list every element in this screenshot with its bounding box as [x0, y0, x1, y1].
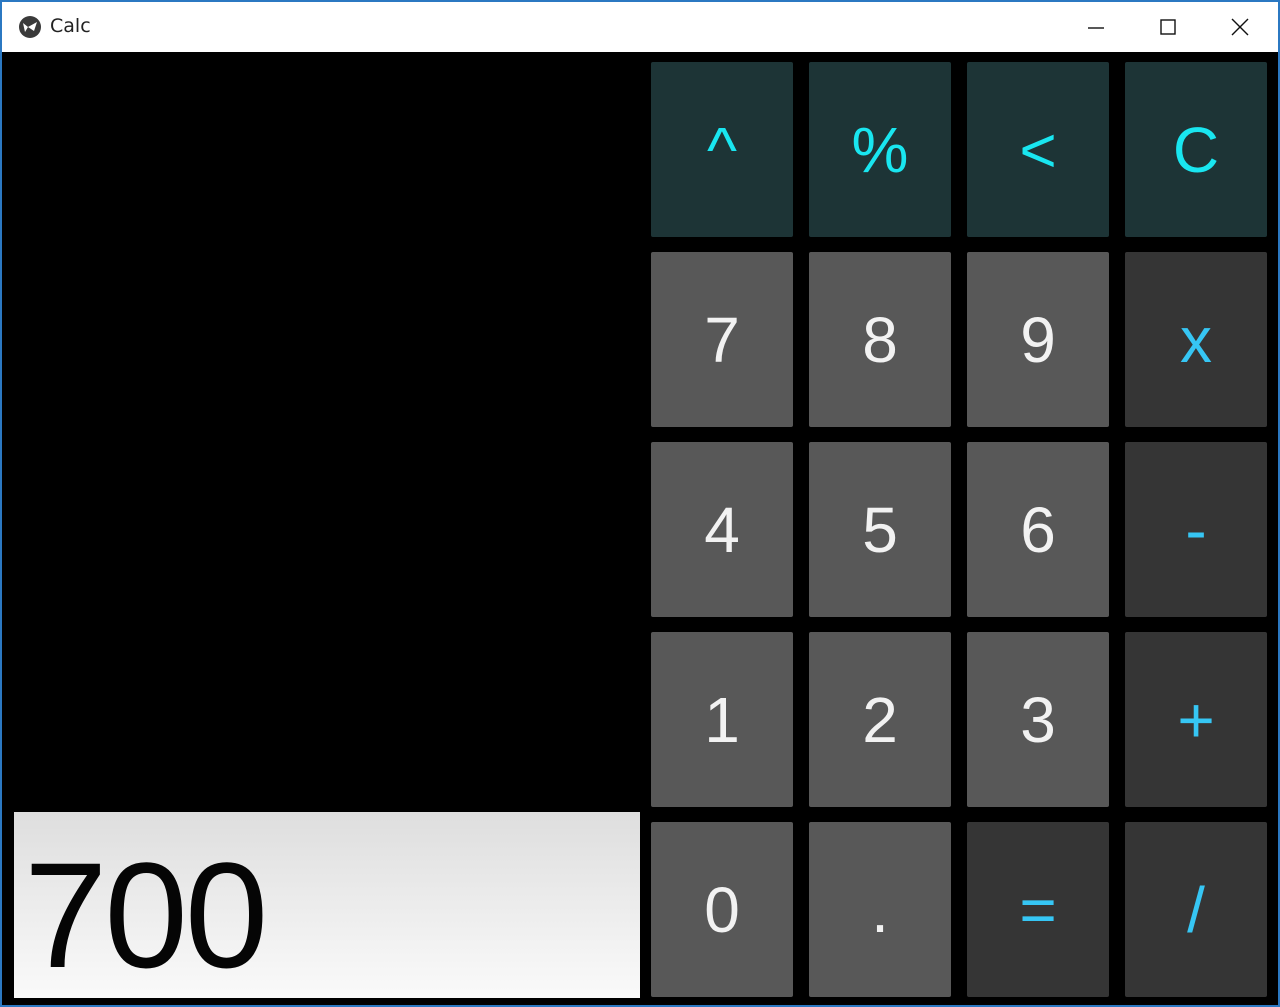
- title-bar[interactable]: Calc: [2, 2, 1278, 52]
- percent-key[interactable]: %: [809, 62, 951, 237]
- digit-1-key[interactable]: 1: [651, 632, 793, 807]
- display-value: 700: [24, 831, 268, 998]
- digit-7-key[interactable]: 7: [651, 252, 793, 427]
- digit-5-key[interactable]: 5: [809, 442, 951, 617]
- backspace-key[interactable]: <: [967, 62, 1109, 237]
- maximize-icon: [1160, 19, 1176, 35]
- subtract-key[interactable]: -: [1125, 442, 1267, 617]
- result-display: 700: [14, 812, 640, 998]
- add-key[interactable]: +: [1125, 632, 1267, 807]
- divide-key[interactable]: /: [1125, 822, 1267, 997]
- minimize-button[interactable]: [1060, 2, 1132, 52]
- calculator-window: Calc 700 ^ % < C 7 8 9 x 4 5 6 - 1 2 3 +…: [0, 0, 1280, 1007]
- maximize-button[interactable]: [1132, 2, 1204, 52]
- close-button[interactable]: [1204, 2, 1276, 52]
- kivy-logo-icon: [19, 16, 41, 38]
- multiply-key[interactable]: x: [1125, 252, 1267, 427]
- digit-3-key[interactable]: 3: [967, 632, 1109, 807]
- digit-9-key[interactable]: 9: [967, 252, 1109, 427]
- digit-2-key[interactable]: 2: [809, 632, 951, 807]
- equals-key[interactable]: =: [967, 822, 1109, 997]
- digit-8-key[interactable]: 8: [809, 252, 951, 427]
- digit-6-key[interactable]: 6: [967, 442, 1109, 617]
- minimize-icon: [1088, 27, 1104, 29]
- window-title: Calc: [50, 15, 91, 37]
- power-key[interactable]: ^: [651, 62, 793, 237]
- clear-key[interactable]: C: [1125, 62, 1267, 237]
- digit-4-key[interactable]: 4: [651, 442, 793, 617]
- calculator-body: 700 ^ % < C 7 8 9 x 4 5 6 - 1 2 3 + 0 . …: [6, 54, 1278, 1005]
- decimal-key[interactable]: .: [809, 822, 951, 997]
- digit-0-key[interactable]: 0: [651, 822, 793, 997]
- close-icon: [1231, 18, 1249, 36]
